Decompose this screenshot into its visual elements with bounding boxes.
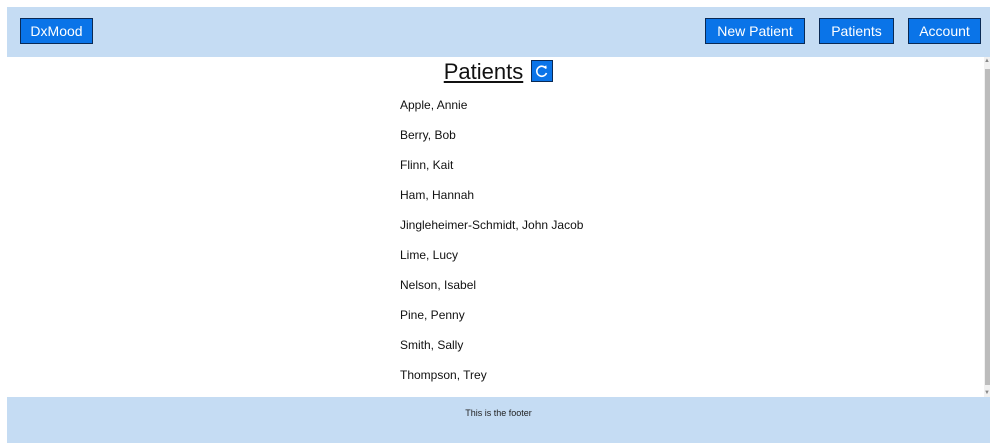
footer-bar: This is the footer [7,397,990,443]
patient-item[interactable]: Jingleheimer-Schmidt, John Jacob [400,217,583,247]
patient-item[interactable]: Berry, Bob [400,127,583,157]
footer-text: This is the footer [465,408,532,418]
patient-item[interactable]: Thompson, Trey [400,367,583,397]
patient-item[interactable]: Lime, Lucy [400,247,583,277]
patient-list: Apple, Annie Berry, Bob Flinn, Kait Ham,… [400,97,583,397]
patient-item[interactable]: Smith, Sally [400,337,583,367]
page-title: Patients [443,59,524,84]
account-button[interactable]: Account [908,18,981,44]
patients-button[interactable]: Patients [819,18,894,44]
patient-item[interactable]: Ham, Hannah [400,187,583,217]
scrollbar-thumb[interactable] [985,69,990,385]
header-bar: DxMood New Patient Patients Account [7,7,990,57]
patient-item[interactable]: Flinn, Kait [400,157,583,187]
refresh-button[interactable] [531,60,554,82]
new-patient-button[interactable]: New Patient [705,18,805,44]
patient-item[interactable]: Nelson, Isabel [400,277,583,307]
patient-item[interactable]: Apple, Annie [400,97,583,127]
patient-item[interactable]: Pine, Penny [400,307,583,337]
scroll-up-arrow-icon[interactable]: ▲ [984,57,990,65]
title-row: Patients [7,59,990,89]
vertical-scrollbar[interactable]: ▲ ▼ [984,57,990,397]
main-content[interactable]: Patients Apple, Annie Berry, Bob Flinn, … [7,57,990,397]
refresh-icon [536,65,548,77]
app-frame: DxMood New Patient Patients Account Pati… [7,7,990,443]
brand-button[interactable]: DxMood [20,18,93,44]
scroll-down-arrow-icon[interactable]: ▼ [984,389,990,397]
